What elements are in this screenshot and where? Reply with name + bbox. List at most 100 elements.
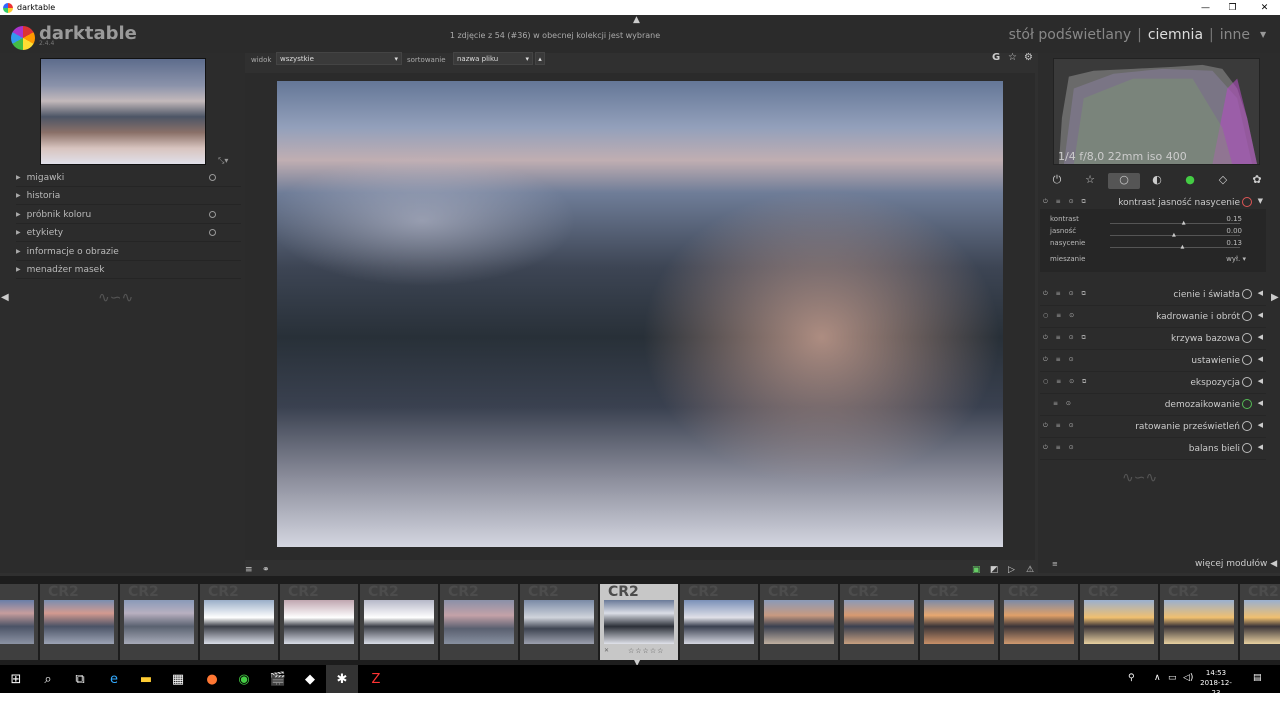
- gear-icon[interactable]: ⚙: [1024, 52, 1033, 63]
- tray-chevron-icon[interactable]: ∧: [1154, 673, 1161, 683]
- maximize-button[interactable]: ❐: [1219, 0, 1246, 15]
- people-icon[interactable]: ⚲: [1128, 673, 1135, 683]
- module-controls-icon[interactable]: ⏻ ≡ ⊙ ⧉: [1043, 198, 1089, 206]
- navigation-thumbnail[interactable]: [40, 58, 206, 165]
- filmstrip-thumbnail[interactable]: CR2: [440, 584, 518, 660]
- module-balans-bieli[interactable]: ⏻ ≡ ⊙ balans bieli ◀: [1040, 438, 1266, 460]
- app-icon[interactable]: ◆: [294, 665, 326, 693]
- reset-icon[interactable]: [209, 229, 216, 236]
- firefox-icon[interactable]: ●: [196, 665, 228, 693]
- network-icon[interactable]: ▭: [1168, 673, 1177, 683]
- slider-knob[interactable]: ▲: [1172, 232, 1176, 238]
- module-controls-icon[interactable]: ⏻ ≡ ⊙ ⧉: [1043, 334, 1089, 342]
- filmstrip-thumbnail[interactable]: CR2: [0, 584, 38, 660]
- left-module-historia[interactable]: ▶ historia: [16, 187, 241, 205]
- module-ustawienie[interactable]: ⏻ ≡ ⊙ ustawienie ◀: [1040, 350, 1266, 372]
- left-module-migawki[interactable]: ▶ migawki: [16, 169, 241, 187]
- zoom-expand-icon[interactable]: ⤡▾: [218, 156, 228, 166]
- windows-start-icon[interactable]: ⊞: [0, 665, 32, 693]
- main-image[interactable]: [277, 81, 1003, 547]
- filmstrip-thumbnail[interactable]: CR2: [520, 584, 598, 660]
- filmstrip-thumbnail[interactable]: CR2: [1080, 584, 1158, 660]
- color-group-icon[interactable]: ●: [1183, 173, 1197, 189]
- effects-group-icon[interactable]: ✿: [1250, 173, 1264, 189]
- collapse-right-panel-icon[interactable]: ▶: [1271, 292, 1279, 303]
- overexposed-warning-icon[interactable]: ⚠: [1026, 565, 1034, 575]
- minimize-button[interactable]: —: [1192, 0, 1219, 15]
- slider-knob[interactable]: ▲: [1182, 220, 1186, 226]
- filmstrip-thumbnail[interactable]: CR2: [120, 584, 198, 660]
- view-other[interactable]: inne: [1220, 27, 1250, 43]
- sort-select[interactable]: nazwa pliku ▾: [453, 52, 533, 65]
- favorites-group-icon[interactable]: ☆: [1083, 173, 1097, 189]
- left-module-probnik-koloru[interactable]: ▶ próbnik koloru: [16, 206, 241, 224]
- expand-arrow-icon[interactable]: ◀: [1258, 289, 1263, 297]
- filmstrip-thumbnail[interactable]: CR2 ✕ ☆☆☆☆☆: [600, 584, 678, 660]
- correct-group-icon[interactable]: ◇: [1216, 173, 1230, 189]
- module-controls-icon[interactable]: ⏻ ≡ ⊙: [1043, 422, 1077, 430]
- edge-browser-icon[interactable]: e: [98, 665, 130, 693]
- collapse-left-panel-icon[interactable]: ◀: [1, 292, 9, 303]
- video-editor-icon[interactable]: 🎬: [262, 665, 294, 693]
- tone-group-icon[interactable]: ◐: [1150, 173, 1164, 189]
- styles-icon[interactable]: ⚭: [262, 565, 270, 575]
- slider-kontrast[interactable]: kontrast ▲ 0.15: [1050, 215, 1250, 227]
- view-darkroom[interactable]: ciemnia: [1148, 27, 1203, 43]
- task-view-icon[interactable]: ⧉: [64, 665, 96, 693]
- darktable-taskbar-icon[interactable]: ✱: [326, 665, 358, 693]
- view-filter-select[interactable]: wszystkie ▾: [276, 52, 402, 65]
- more-modules-button[interactable]: więcej modułów ◀: [1195, 559, 1277, 569]
- store-icon[interactable]: ▦: [162, 665, 194, 693]
- basic-group-icon[interactable]: ○: [1108, 173, 1140, 189]
- filmstrip-thumbnail[interactable]: CR2: [280, 584, 358, 660]
- view-lighttable[interactable]: stół podświetlany: [1009, 27, 1131, 43]
- module-controls-icon[interactable]: ⏻ ≡ ⊙: [1043, 444, 1077, 452]
- module-krzywa-bazowa[interactable]: ⏻ ≡ ⊙ ⧉ krzywa bazowa ◀: [1040, 328, 1266, 350]
- reject-icon[interactable]: ✕: [604, 647, 609, 654]
- views-menu-chevron-icon[interactable]: ▼: [1260, 30, 1266, 39]
- left-module-etykiety[interactable]: ▶ etykiety: [16, 224, 241, 242]
- expand-arrow-icon[interactable]: ◀: [1258, 311, 1263, 319]
- power-icon[interactable]: ⏻: [1050, 173, 1064, 189]
- module-kadrowanie-i-obrot[interactable]: ○ ≡ ⊙ kadrowanie i obrót ◀: [1040, 306, 1266, 328]
- module-controls-icon[interactable]: ≡ ⊙: [1053, 400, 1074, 407]
- expand-arrow-icon[interactable]: ◀: [1258, 443, 1263, 451]
- chrome-icon[interactable]: ◉: [228, 665, 260, 693]
- filmstrip-thumbnail[interactable]: CR2: [680, 584, 758, 660]
- filmstrip-thumbnail[interactable]: CR2: [1000, 584, 1078, 660]
- gamut-check-icon[interactable]: ▷: [1008, 565, 1015, 575]
- presets-menu-icon[interactable]: ≡: [245, 565, 253, 575]
- filmstrip-thumbnail[interactable]: CR2: [200, 584, 278, 660]
- star-icon[interactable]: ☆: [1008, 52, 1017, 63]
- collapse-arrow-icon[interactable]: ▼: [1258, 197, 1263, 205]
- histogram[interactable]: [1053, 58, 1260, 165]
- slider-jasnosc[interactable]: jasność ▲ 0.00: [1050, 227, 1250, 239]
- left-module-menadzer-masek[interactable]: ▶ menadżer masek: [16, 261, 241, 279]
- close-button[interactable]: ✕: [1251, 0, 1278, 15]
- slider-knob[interactable]: ▲: [1180, 244, 1184, 250]
- blend-mode-select[interactable]: mieszanie wył. ▾: [1050, 255, 1250, 267]
- module-ekspozycja[interactable]: ○ ≡ ⊙ ⧉ ekspozycja ◀: [1040, 372, 1266, 394]
- filmstrip-thumbnail[interactable]: CR2: [760, 584, 838, 660]
- sort-order-button[interactable]: ▴: [535, 52, 545, 65]
- module-list-icon[interactable]: ≡: [1052, 560, 1058, 568]
- module-controls-icon[interactable]: ○ ≡ ⊙ ⧉: [1043, 378, 1089, 386]
- softproof-icon[interactable]: ◩: [990, 565, 999, 575]
- grouping-button[interactable]: G: [992, 52, 1000, 63]
- expand-arrow-icon[interactable]: ◀: [1258, 399, 1263, 407]
- expand-arrow-icon[interactable]: ◀: [1258, 333, 1263, 341]
- filmstrip-thumbnail[interactable]: CR2: [1240, 584, 1280, 660]
- notifications-icon[interactable]: ▤: [1253, 673, 1262, 683]
- reset-icon[interactable]: [209, 174, 216, 181]
- toggle-top-panel-arrow-icon[interactable]: ▲: [633, 15, 640, 25]
- expand-arrow-icon[interactable]: ◀: [1258, 355, 1263, 363]
- module-controls-icon[interactable]: ○ ≡ ⊙: [1043, 312, 1077, 319]
- module-ratowanie-przeswietlen[interactable]: ⏻ ≡ ⊙ ratowanie prześwietleń ◀: [1040, 416, 1266, 438]
- left-module-informacje[interactable]: ▶ informacje o obrazie: [16, 243, 241, 261]
- file-explorer-icon[interactable]: ▬: [130, 665, 162, 693]
- module-controls-icon[interactable]: ⏻ ≡ ⊙ ⧉: [1043, 290, 1089, 298]
- filmstrip-thumbnail[interactable]: CR2: [920, 584, 998, 660]
- search-icon[interactable]: ⌕: [32, 665, 64, 693]
- volume-icon[interactable]: ◁): [1183, 673, 1193, 683]
- expand-arrow-icon[interactable]: ◀: [1258, 421, 1263, 429]
